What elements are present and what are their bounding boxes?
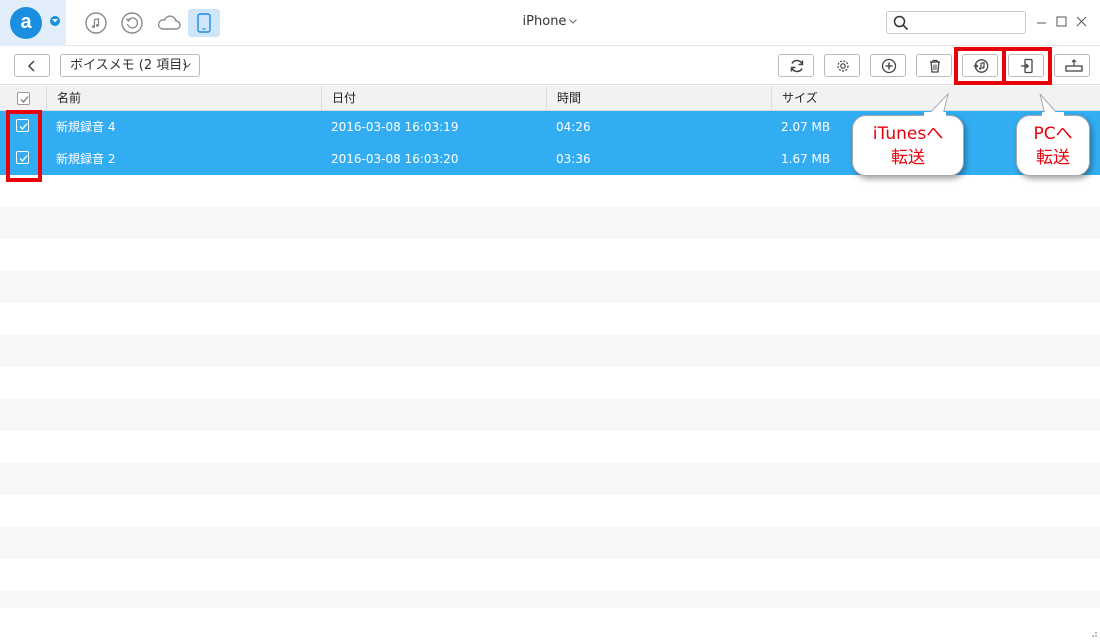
to-device-icon: [1065, 59, 1083, 72]
to-device-button[interactable]: [1054, 54, 1090, 77]
history-icon[interactable]: [120, 11, 144, 35]
empty-row: [0, 239, 1100, 271]
cell-duration: 03:36: [556, 152, 591, 166]
music-icon[interactable]: [84, 11, 108, 35]
add-icon: [881, 58, 897, 74]
highlight-box: [6, 110, 42, 182]
device-selector[interactable]: iPhone: [500, 14, 600, 29]
highlight-box: [1002, 47, 1052, 85]
empty-row: [0, 399, 1100, 431]
cell-size: 2.07 MB: [781, 120, 831, 134]
callout-line: 転送: [1036, 148, 1070, 168]
checkbox[interactable]: [17, 92, 30, 105]
callout-pc: PCへ 転送: [1016, 115, 1090, 176]
empty-row: [0, 367, 1100, 399]
empty-row: [0, 591, 1100, 608]
search-box[interactable]: [886, 11, 1026, 34]
cell-size: 1.67 MB: [781, 152, 831, 166]
cell-duration: 04:26: [556, 120, 591, 134]
select-all-checkbox[interactable]: [0, 86, 46, 111]
empty-row: [0, 559, 1100, 591]
callout-line: PCへ: [1033, 124, 1073, 144]
refresh-button[interactable]: [778, 54, 814, 77]
cell-date: 2016-03-08 16:03:19: [331, 120, 459, 134]
empty-row: [0, 271, 1100, 303]
empty-row: [0, 303, 1100, 335]
cell-name: 新規録音 2: [56, 152, 116, 166]
settings-button[interactable]: [824, 54, 860, 77]
maximize-button[interactable]: [1054, 14, 1070, 30]
add-button[interactable]: [870, 54, 906, 77]
empty-row: [0, 431, 1100, 463]
highlight-box: [954, 47, 1006, 85]
check-icon: [20, 96, 29, 103]
column-header-duration[interactable]: 時間: [546, 86, 771, 111]
cloud-icon[interactable]: [156, 11, 182, 35]
callout-itunes: iTunesへ 転送: [852, 115, 964, 176]
column-header-name[interactable]: 名前: [46, 86, 321, 111]
chevron-left-icon: [27, 60, 35, 72]
empty-row: [0, 335, 1100, 367]
callout-joint: [924, 112, 946, 120]
empty-row: [0, 495, 1100, 527]
category-label: ボイスメモ (2 項目): [70, 58, 188, 73]
chevron-down-icon: [183, 63, 191, 68]
app-menu-button[interactable]: a: [0, 0, 66, 46]
search-icon: [893, 15, 909, 31]
minimize-button[interactable]: [1034, 14, 1050, 30]
empty-row: [0, 207, 1100, 239]
category-dropdown[interactable]: ボイスメモ (2 項目): [60, 54, 200, 77]
gear-icon: [837, 60, 849, 72]
trash-icon: [930, 59, 940, 73]
close-button[interactable]: [1074, 14, 1090, 30]
toolbar: ボイスメモ (2 項目): [0, 47, 1100, 85]
table-body: 新規録音 4 2016-03-08 16:03:19 04:26 2.07 MB…: [0, 111, 1100, 608]
chevron-down-icon: [50, 16, 60, 26]
column-header-date[interactable]: 日付: [321, 86, 546, 111]
device-name: iPhone: [522, 14, 567, 29]
chevron-down-icon: [569, 19, 578, 24]
back-button[interactable]: [14, 54, 50, 77]
phone-icon[interactable]: [188, 9, 220, 37]
empty-row: [0, 175, 1100, 207]
callout-joint: [1042, 112, 1064, 120]
callout-line: iTunesへ: [872, 124, 944, 144]
cell-name: 新規録音 4: [56, 120, 116, 134]
app-logo: a: [10, 7, 42, 39]
cell-date: 2016-03-08 16:03:20: [331, 152, 459, 166]
app-window: a iPhone ボイスメモ (2 項目) 名前 日付 時間 サイズ 新規録音 …: [0, 0, 1100, 640]
refresh-icon: [790, 59, 804, 73]
search-input[interactable]: [913, 14, 1021, 31]
delete-button[interactable]: [916, 54, 952, 77]
resize-grip-icon[interactable]: [1088, 628, 1098, 638]
empty-row: [0, 527, 1100, 559]
empty-row: [0, 463, 1100, 495]
title-bar: a iPhone: [0, 0, 1100, 46]
callout-line: 転送: [891, 148, 925, 168]
